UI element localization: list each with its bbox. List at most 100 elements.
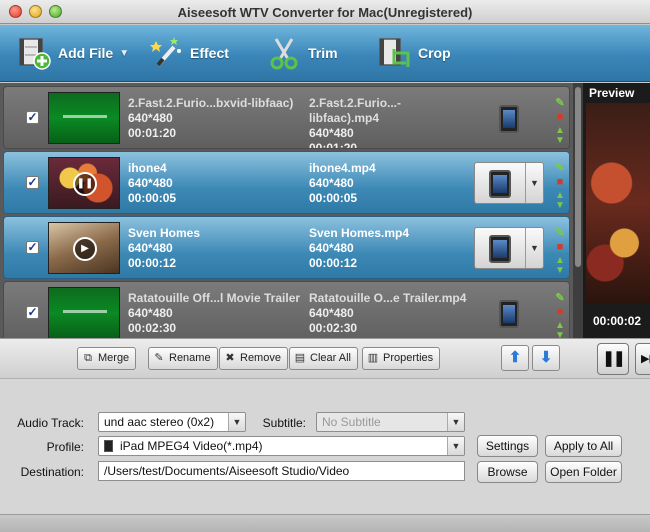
device-profile-selector[interactable]: ▼ xyxy=(474,227,544,269)
chevron-down-icon[interactable]: ▼ xyxy=(525,163,543,203)
file-checkbox[interactable]: ✓ xyxy=(26,306,39,319)
settings-button[interactable]: Settings xyxy=(477,435,538,457)
output-duration: 00:01:20 xyxy=(309,141,358,149)
properties-label: Properties xyxy=(383,352,434,364)
list-action-bar: ⧉ Merge ✎ Rename ✖ Remove ▤ Clear All ▥ … xyxy=(0,338,583,378)
subtitle-select: No Subtitle ▼ xyxy=(316,412,465,432)
add-file-label: Add File xyxy=(58,45,114,61)
play-icon[interactable]: ▶ xyxy=(73,237,97,261)
preview-pause-button[interactable]: ❚❚ xyxy=(597,343,629,375)
move-down-icon[interactable]: ▼ xyxy=(554,200,566,212)
effect-wand-icon xyxy=(150,37,181,67)
remove-label: Remove xyxy=(240,352,281,364)
file-row[interactable]: ✓ 2.Fast.2.Furio...bxvid-libfaac) 640*48… xyxy=(3,86,570,149)
move-down-icon[interactable]: ▼ xyxy=(554,330,566,338)
wrench-icon[interactable]: ✎ xyxy=(554,227,566,239)
output-resolution: 640*480 xyxy=(309,126,354,140)
source-duration: 00:01:20 xyxy=(128,126,177,140)
add-file-icon xyxy=(19,38,51,70)
effect-label: Effect xyxy=(190,45,229,61)
output-settings-panel: Audio Track: und aac stereo (0x2) ▼ Subt… xyxy=(0,378,650,532)
add-file-dropdown-icon[interactable]: ▼ xyxy=(119,48,129,59)
file-checkbox[interactable]: ✓ xyxy=(26,111,39,124)
source-resolution: 640*480 xyxy=(128,111,173,125)
scissors-icon xyxy=(270,38,298,70)
open-folder-button[interactable]: Open Folder xyxy=(545,461,622,483)
pause-icon[interactable]: ❚❚ xyxy=(73,172,97,196)
rename-label: Rename xyxy=(169,352,211,364)
output-info: ihone4.mp4 640*480 00:00:05 xyxy=(309,161,469,206)
source-resolution: 640*480 xyxy=(128,176,173,190)
ipad-icon[interactable] xyxy=(499,300,519,328)
subtitle-label: Subtitle: xyxy=(262,416,306,430)
preview-video xyxy=(586,103,650,303)
browse-button[interactable]: Browse xyxy=(477,461,538,483)
profile-value: iPad MPEG4 Video(*.mp4) xyxy=(120,439,263,453)
trash-icon[interactable]: ■ xyxy=(554,306,566,318)
device-profile-selector[interactable]: ▼ xyxy=(474,162,544,204)
destination-field[interactable]: /Users/test/Documents/Aiseesoft Studio/V… xyxy=(98,461,465,481)
move-up-button[interactable]: ⬆ xyxy=(501,345,529,371)
apply-to-all-button[interactable]: Apply to All xyxy=(545,435,622,457)
ipad-icon xyxy=(489,170,511,198)
output-name[interactable]: Ratatouille O...e Trailer.mp4 xyxy=(309,291,469,306)
move-down-icon[interactable]: ▼ xyxy=(554,265,566,277)
crop-button[interactable]: Crop xyxy=(376,35,451,71)
file-row[interactable]: ✓ ❚❚ ihone4 640*480 00:00:05 ihone4.mp4 … xyxy=(3,151,570,214)
title-bar: Aiseesoft WTV Converter for Mac(Unregist… xyxy=(0,0,650,24)
output-resolution: 640*480 xyxy=(309,176,354,190)
merge-button[interactable]: ⧉ Merge xyxy=(77,347,137,370)
source-name: 2.Fast.2.Furio...bxvid-libfaac) xyxy=(128,96,294,110)
properties-button[interactable]: ▥ Properties xyxy=(362,347,441,370)
source-duration: 00:00:12 xyxy=(128,256,177,270)
clear-all-label: Clear All xyxy=(310,352,351,364)
file-checkbox[interactable]: ✓ xyxy=(26,241,39,254)
preview-next-button[interactable]: ▶▶ xyxy=(635,343,650,375)
chevron-down-icon: ▼ xyxy=(447,437,464,455)
rename-button[interactable]: ✎ Rename xyxy=(148,347,218,370)
ipad-icon xyxy=(104,440,113,452)
wrench-icon[interactable]: ✎ xyxy=(554,97,566,109)
scrollbar-thumb[interactable] xyxy=(575,87,581,267)
destination-label: Destination: xyxy=(20,465,84,479)
file-checkbox[interactable]: ✓ xyxy=(26,176,39,189)
file-row[interactable]: ✓ Ratatouille Off...l Movie Trailer 640*… xyxy=(3,281,570,338)
trim-label: Trim xyxy=(308,45,338,61)
trash-icon[interactable]: ■ xyxy=(554,241,566,253)
ipad-icon[interactable] xyxy=(499,105,519,133)
trim-button[interactable]: Trim xyxy=(266,35,338,71)
clear-all-button[interactable]: ▤ Clear All xyxy=(289,347,358,370)
audio-track-select[interactable]: und aac stereo (0x2) ▼ xyxy=(98,412,246,432)
app-window: Aiseesoft WTV Converter for Mac(Unregist… xyxy=(0,0,650,532)
trash-icon[interactable]: ■ xyxy=(554,176,566,188)
wrench-icon[interactable]: ✎ xyxy=(554,292,566,304)
source-info: Ratatouille Off...l Movie Trailer 640*48… xyxy=(128,291,306,336)
move-down-button[interactable]: ⬇ xyxy=(532,345,560,371)
file-thumbnail xyxy=(48,92,120,144)
output-info: Ratatouille O...e Trailer.mp4 640*480 00… xyxy=(309,291,469,336)
output-info: Sven Homes.mp4 640*480 00:00:12 xyxy=(309,226,469,271)
move-down-icon[interactable]: ▼ xyxy=(554,135,566,147)
remove-icon: ✖ xyxy=(225,352,235,364)
wrench-icon[interactable]: ✎ xyxy=(554,162,566,174)
preview-controls: ❚❚ ▶▶ xyxy=(583,338,650,378)
bottom-bar xyxy=(0,514,650,532)
output-duration: 00:00:12 xyxy=(309,256,358,270)
trash-icon[interactable]: ■ xyxy=(554,111,566,123)
chevron-down-icon[interactable]: ▼ xyxy=(525,228,543,268)
merge-label: Merge xyxy=(98,352,130,364)
fast-forward-icon: ▶▶ xyxy=(641,353,650,365)
preview-label: Preview xyxy=(589,86,635,100)
source-info: Sven Homes 640*480 00:00:12 xyxy=(128,226,306,271)
output-name[interactable]: 2.Fast.2.Furio...-libfaac).mp4 xyxy=(309,96,469,126)
remove-button[interactable]: ✖ Remove xyxy=(219,347,288,370)
output-name[interactable]: Sven Homes.mp4 xyxy=(309,226,469,241)
output-name[interactable]: ihone4.mp4 xyxy=(309,161,469,176)
file-row[interactable]: ✓ ▶ Sven Homes 640*480 00:00:12 Sven Hom… xyxy=(3,216,570,279)
source-resolution: 640*480 xyxy=(128,306,173,320)
profile-select[interactable]: iPad MPEG4 Video(*.mp4) ▼ xyxy=(98,436,465,456)
add-file-button[interactable]: Add File ▼ xyxy=(16,35,129,71)
output-resolution: 640*480 xyxy=(309,241,354,255)
effect-button[interactable]: Effect xyxy=(148,35,229,71)
file-list-scrollbar[interactable] xyxy=(573,83,583,338)
